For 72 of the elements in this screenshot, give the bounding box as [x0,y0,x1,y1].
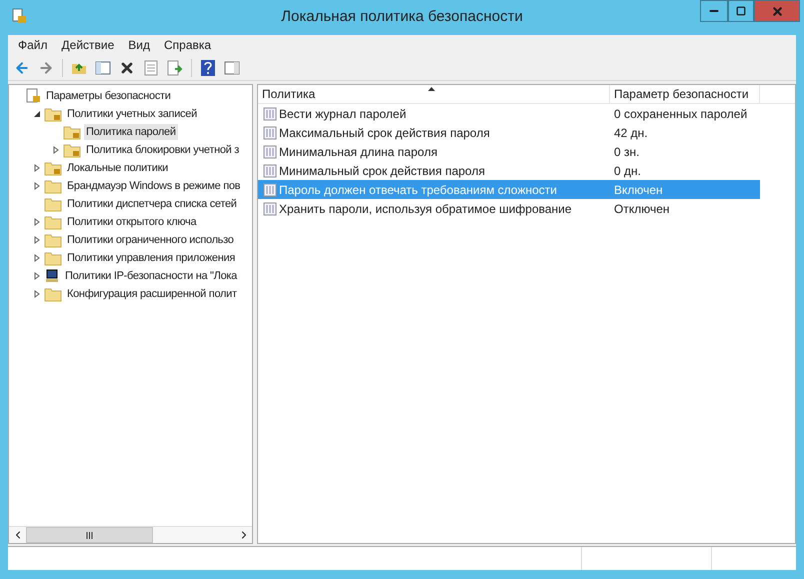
menu-item[interactable]: Файл [11,36,55,54]
tree-item[interactable]: Политики ограниченного использо [65,232,236,248]
locked-folder-icon [63,124,81,140]
window-title: Локальная политика безопасности [281,7,523,28]
policy-setting: Отключен [613,200,670,218]
document-lock-icon [25,88,41,104]
tree-item[interactable]: Политики учетных записей [65,106,199,122]
folder-icon [44,214,62,230]
maximize-icon [736,6,746,16]
locked-folder-icon [44,160,62,176]
column-header[interactable]: Политика [258,85,610,103]
locked-folder-icon [44,106,62,122]
expand-arrow-icon[interactable] [33,254,41,262]
close-icon [770,4,784,18]
policy-icon [263,144,277,158]
policy-name: Вести журнал паролей [279,106,406,122]
tree-item[interactable]: Политики управления приложения [65,250,237,266]
expand-arrow-icon[interactable] [33,236,41,244]
policy-setting: 0 сохраненных паролей [613,106,748,122]
table-row[interactable]: Максимальный срок действия пароля 42 дн. [258,123,760,142]
expand-arrow-icon[interactable] [33,290,41,298]
horizontal-scrollbar[interactable] [9,526,252,543]
policy-icon [263,106,277,120]
table-row[interactable]: Минимальный срок действия пароля 0 дн. [258,161,760,180]
policy-name: Минимальная длина пароля [279,144,438,160]
table-row[interactable]: Минимальная длина пароля 0 зн. [258,142,760,161]
policy-name: Минимальный срок действия пароля [279,162,485,180]
expand-arrow-icon[interactable] [33,182,41,190]
policy-setting: 0 дн. [613,162,641,180]
policy-icon [263,126,277,140]
policy-name: Хранить пароли, используя обратимое шифрование [279,200,572,218]
tree-item[interactable]: Политика паролей [84,124,178,140]
policy-icon [263,182,277,196]
close-button[interactable] [754,0,800,22]
policy-icon [263,202,277,216]
minimize-button[interactable] [700,0,728,22]
policy-setting: 42 дн. [613,124,648,142]
tree-item[interactable]: Брандмауэр Windows в режиме пов [65,178,242,194]
collapse-arrow-icon[interactable] [33,110,41,118]
folder-icon [44,196,62,212]
grip-icon [86,532,93,538]
policy-setting: 0 зн. [613,144,640,160]
menu-item[interactable]: Вид [121,36,157,54]
app-icon [11,8,27,24]
folder-icon [44,286,62,302]
table-row[interactable]: Вести журнал паролей 0 сохраненных паролей [258,104,760,123]
column-header[interactable]: Параметр безопасности [610,85,760,103]
folder-icon [44,232,62,248]
tree-item[interactable]: Локальные политики [65,160,170,176]
policy-name: Пароль должен отвечать требованиям сложности [279,182,557,198]
maximize-button[interactable] [728,0,754,22]
locked-folder-icon [63,142,81,158]
expand-arrow-icon[interactable] [33,164,41,172]
tree-item[interactable]: Политики диспетчера списка сетей [65,196,239,212]
tree-item[interactable]: Политика блокировки учетной з [84,142,242,158]
expand-arrow-icon[interactable] [33,272,41,280]
table-row[interactable]: Хранить пароли, используя обратимое шифрование Отключен [258,199,760,218]
menu-item[interactable]: Действие [54,36,122,54]
policy-name: Максимальный срок действия пароля [279,124,490,142]
folder-icon [44,178,62,194]
sort-arrow-icon [428,87,435,91]
menu-item[interactable]: Справка [157,36,218,54]
folder-icon [44,250,62,266]
policy-icon [263,164,277,178]
expand-arrow-icon[interactable] [33,218,41,226]
tree-item[interactable]: Параметры безопасности [44,88,173,104]
tree-item[interactable]: Конфигурация расширенной полит [65,286,239,302]
tree-item[interactable]: Политики открытого ключа [65,214,198,230]
computer-icon [44,268,60,284]
tree-item[interactable]: Политики IP-безопасности на "Лока [63,268,239,284]
expand-arrow-icon[interactable] [52,146,60,154]
policy-setting: Включен [613,182,663,198]
